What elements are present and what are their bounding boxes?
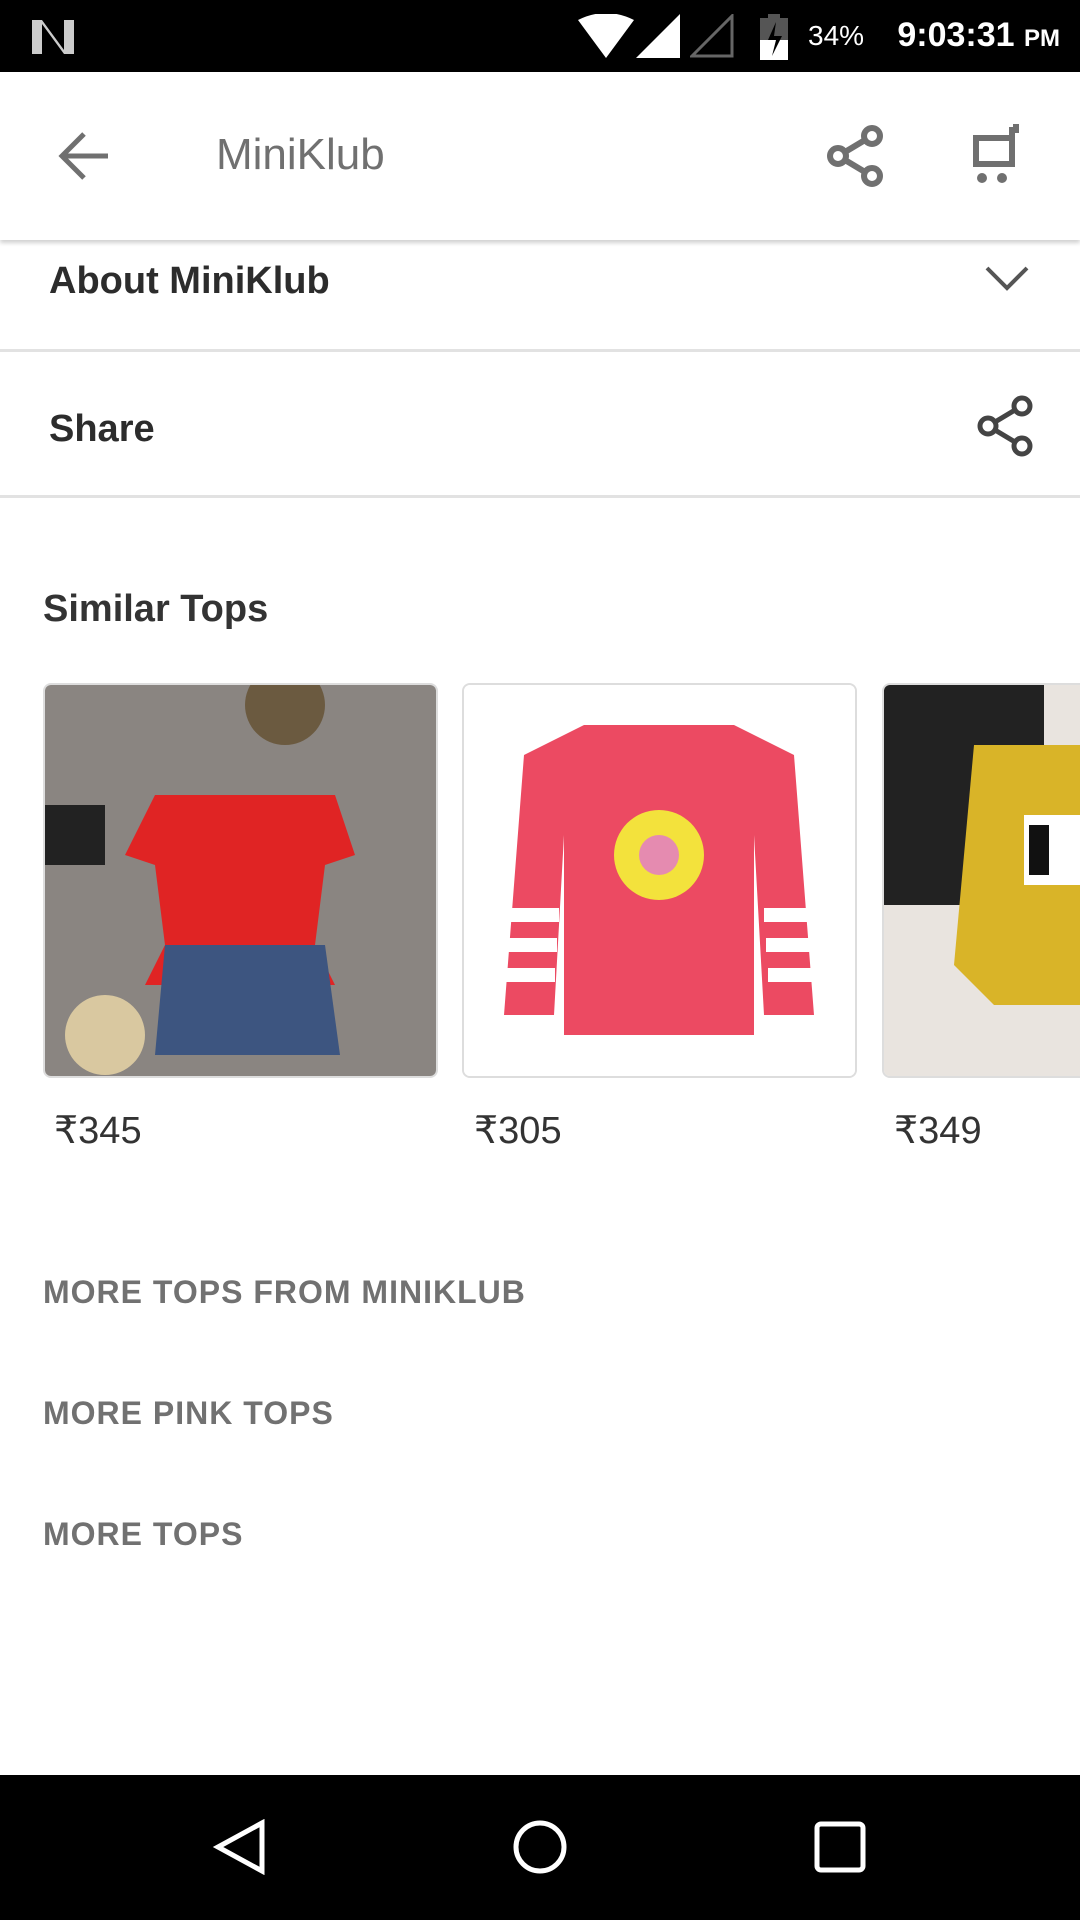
cart-icon[interactable] — [970, 124, 1022, 188]
share-label: Share — [49, 408, 155, 450]
back-nav-icon[interactable] — [212, 1819, 268, 1875]
more-tops-from-brand-link[interactable]: MORE TOPS FROM MINIKLUB — [43, 1274, 526, 1311]
product-image-red-top — [45, 685, 436, 1076]
share-icon[interactable] — [826, 124, 886, 188]
clock-time: 9:03:31 — [897, 16, 1015, 54]
clock: 9:03:31 PM — [897, 16, 1060, 55]
home-nav-icon[interactable] — [512, 1819, 568, 1875]
share-row[interactable]: Share — [0, 352, 1080, 498]
about-label: About MiniKlub — [49, 260, 330, 302]
product-card[interactable] — [43, 683, 438, 1078]
product-price: ₹345 — [54, 1110, 142, 1152]
product-price: ₹305 — [474, 1110, 562, 1152]
more-tops-link[interactable]: MORE TOPS — [43, 1516, 243, 1553]
about-row[interactable]: About MiniKlub — [0, 240, 1080, 352]
app-bar: MiniKlub — [0, 72, 1080, 240]
navigation-bar — [0, 1775, 1080, 1920]
share-icon[interactable] — [976, 394, 1036, 458]
signal-icon — [636, 14, 680, 58]
recents-nav-icon[interactable] — [814, 1821, 866, 1873]
chevron-down-icon[interactable] — [984, 264, 1030, 294]
battery-icon — [760, 14, 788, 60]
product-card[interactable] — [882, 683, 1080, 1078]
product-price: ₹349 — [894, 1110, 982, 1152]
page-title: MiniKlub — [216, 130, 385, 179]
section-heading: Similar Tops — [43, 588, 269, 630]
more-pink-tops-link[interactable]: MORE PINK TOPS — [43, 1395, 334, 1432]
product-image-pink-top — [464, 685, 855, 1076]
clock-ampm: PM — [1024, 25, 1060, 52]
wifi-icon — [578, 14, 634, 58]
status-bar: 34% 9:03:31 PM — [0, 0, 1080, 72]
product-card[interactable] — [462, 683, 857, 1078]
back-arrow-icon[interactable] — [56, 128, 112, 184]
battery-percent: 34% — [808, 20, 865, 51]
signal-empty-icon — [690, 14, 734, 58]
notification-n-icon — [32, 20, 74, 54]
product-image-yellow-top — [884, 685, 1080, 1076]
